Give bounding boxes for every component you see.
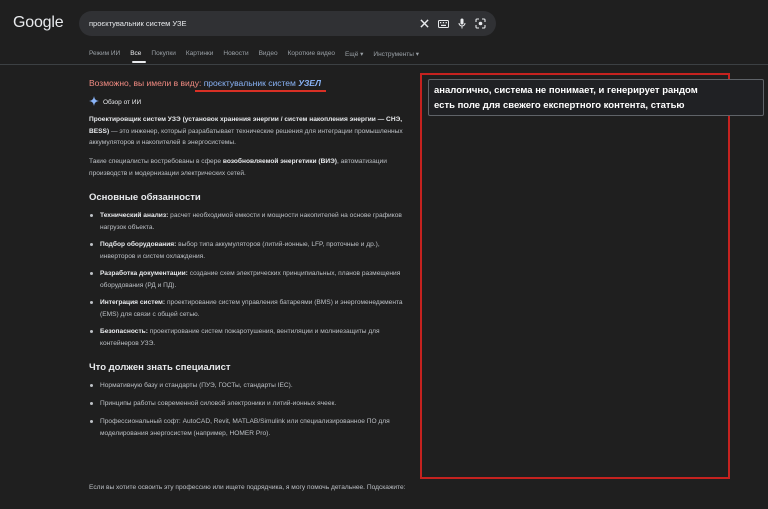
keyboard-icon[interactable] [438, 19, 449, 28]
lens-camera-icon[interactable] [475, 18, 486, 29]
tab-images[interactable]: Картинки [186, 50, 214, 58]
list-item: Профессиональный софт: AutoCAD, Revit, M… [89, 416, 407, 439]
tab-news[interactable]: Новости [223, 50, 248, 58]
demand-paragraph: Такие специалисты востребованы в сфере в… [89, 158, 387, 177]
list-item: Нормативную базу и стандарты (ПУЭ, ГОСТы… [89, 380, 407, 392]
list-item: Разработка документации: создание схем э… [89, 268, 407, 291]
ai-overview-header: Обзор от ИИ [89, 96, 141, 108]
annotation-line-1: аналогично, система не понимает, и генер… [434, 85, 698, 96]
footer-paragraph: Если вы хотите освоить эту профессию или… [89, 484, 406, 491]
did-you-mean: Возможно, вы имели в виду: проєктувальни… [89, 78, 407, 88]
header-divider [0, 64, 768, 65]
search-input[interactable]: проєктувальник систем УЗЕ [89, 19, 420, 28]
tab-tools[interactable]: Инструменты ▾ [373, 50, 419, 58]
google-logo[interactable]: Google [13, 14, 64, 32]
duties-heading: Основные обязанности [89, 192, 201, 203]
tab-videos[interactable]: Видео [259, 50, 278, 58]
annotation-callout: аналогично, система не понимает, и генер… [428, 79, 764, 116]
tab-more[interactable]: Ещё ▾ [345, 50, 363, 58]
sparkle-icon [89, 96, 99, 108]
intro-paragraph: Проектировщик систем УЗЭ (установок хран… [89, 116, 403, 146]
knowledge-heading: Что должен знать специалист [89, 362, 231, 373]
search-tabs: Режим ИИ Все Покупки Картинки Новости Ви… [89, 50, 429, 58]
list-item: Подбор оборудования: выбор типа аккумуля… [89, 239, 407, 262]
ai-overview-label: Обзор от ИИ [103, 98, 142, 106]
list-item: Принципы работы современной силовой элек… [89, 398, 407, 410]
red-highlight-box [420, 73, 730, 479]
microphone-icon[interactable] [458, 18, 466, 29]
clear-icon[interactable] [420, 19, 429, 28]
list-item: Интеграция систем: проектирование систем… [89, 297, 407, 320]
tab-shopping[interactable]: Покупки [151, 50, 175, 58]
list-item: Технический анализ: расчет необходимой е… [89, 210, 407, 233]
tab-ai-mode[interactable]: Режим ИИ [89, 50, 120, 58]
annotation-line-2: есть поле для свежего експертного контен… [434, 100, 685, 111]
tab-all[interactable]: Все [130, 50, 141, 58]
tab-short-videos[interactable]: Короткие видео [288, 50, 335, 58]
did-you-mean-prefix: Возможно, вы имели в виду: [89, 78, 202, 88]
did-you-mean-link[interactable]: проєктувальник систем УЗЕЛ [204, 78, 321, 88]
search-bar[interactable]: проєктувальник систем УЗЕ [79, 11, 496, 36]
red-underline-annotation [195, 90, 326, 92]
active-tab-indicator [132, 61, 146, 63]
list-item: Безопасность: проектирование систем пожа… [89, 326, 407, 349]
